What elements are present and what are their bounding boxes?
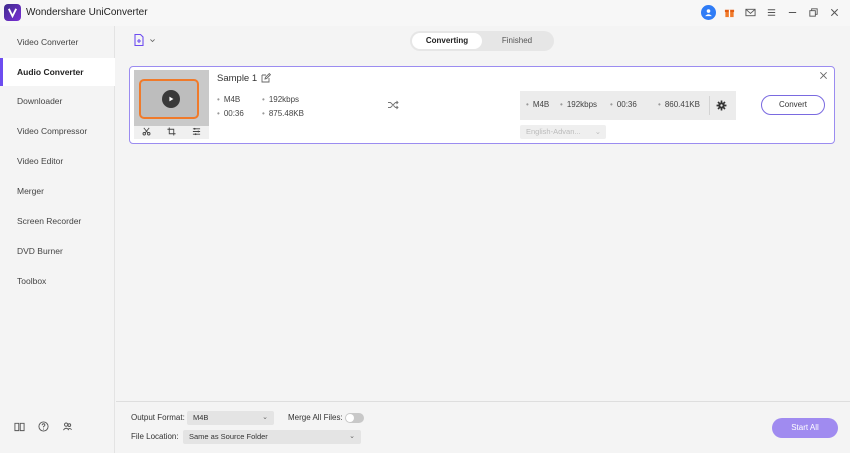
target-size: • 860.41KB — [658, 100, 700, 109]
file-location-select[interactable]: Same as Source Folder ⌄ — [183, 430, 361, 444]
play-button[interactable] — [162, 90, 180, 108]
output-format-label: Output Format: — [131, 413, 185, 422]
bullet-icon: • — [217, 109, 220, 118]
add-files-button[interactable] — [132, 33, 156, 47]
guide-button[interactable] — [13, 420, 26, 433]
sidebar-item-toolbox[interactable]: Toolbox — [0, 267, 115, 295]
output-format-value: M4B — [193, 413, 209, 422]
footer-bar: Output Format: M4B ⌄ Merge All Files: Fi… — [116, 401, 850, 453]
sidebar-item-video-editor[interactable]: Video Editor — [0, 147, 115, 175]
gear-icon[interactable] — [716, 100, 727, 111]
sidebar-item-video-converter[interactable]: Video Converter — [0, 28, 115, 56]
sidebar-item-downloader[interactable]: Downloader — [0, 87, 115, 115]
people-icon — [63, 422, 72, 431]
crop-icon — [167, 127, 176, 136]
sliders-icon — [192, 127, 201, 136]
account-button[interactable] — [698, 4, 718, 21]
tab-finished[interactable]: Finished — [482, 33, 552, 49]
app-logo-icon — [4, 4, 21, 21]
menu-button[interactable] — [761, 4, 781, 21]
mail-button[interactable] — [740, 4, 760, 21]
merge-toggle[interactable] — [345, 413, 364, 423]
source-format: • M4B — [217, 95, 241, 104]
subtitle-select-value: English-Advan... — [526, 127, 581, 136]
sidebar-item-audio-converter[interactable]: Audio Converter — [0, 58, 115, 86]
target-bitrate: • 192kbps — [560, 100, 598, 109]
file-card[interactable]: Sample 1 • M4B • 192kbps • 00:36 • 875.48KB … — [129, 66, 835, 144]
target-format: • M4B — [526, 100, 550, 109]
edit-icon[interactable] — [261, 73, 271, 83]
bullet-icon: • — [658, 100, 661, 109]
title-bar: Wondershare UniConverter — [0, 0, 850, 26]
chevron-down-icon: ⌄ — [594, 127, 601, 136]
source-size: • 875.48KB — [262, 109, 304, 118]
bullet-icon: • — [217, 95, 220, 104]
bullet-icon: • — [526, 100, 529, 109]
help-button[interactable] — [37, 420, 50, 433]
trim-button[interactable] — [142, 127, 151, 138]
preview-frame[interactable] — [139, 79, 199, 119]
sidebar: Video Converter Audio Converter Download… — [0, 26, 115, 453]
close-icon — [830, 8, 838, 17]
chevron-down-icon: ⌄ — [349, 433, 355, 440]
tab-converting[interactable]: Converting — [412, 33, 482, 49]
restore-button[interactable] — [803, 4, 823, 21]
file-name: Sample 1 — [217, 73, 258, 84]
gift-icon — [724, 9, 734, 18]
status-tabs: Converting Finished — [410, 31, 554, 51]
shuffle-icon — [388, 100, 399, 110]
sidebar-item-merger[interactable]: Merger — [0, 177, 115, 205]
user-avatar-icon — [700, 5, 716, 20]
subtitle-select[interactable]: English-Advan... ⌄ — [520, 125, 606, 139]
play-icon — [169, 96, 174, 102]
bullet-icon: • — [610, 100, 613, 109]
thumbnail-toolbar — [134, 126, 209, 139]
bullet-icon: • — [262, 109, 265, 118]
minimize-icon — [788, 11, 796, 14]
file-location-value: Same as Source Folder — [189, 432, 268, 441]
divider — [709, 96, 710, 115]
file-thumbnail — [134, 70, 209, 126]
menu-icon — [767, 9, 775, 16]
sidebar-item-dvd-burner[interactable]: DVD Burner — [0, 237, 115, 265]
merge-label: Merge All Files: — [288, 413, 343, 422]
restore-icon — [808, 8, 818, 17]
chevron-down-icon — [150, 38, 155, 42]
minimize-button[interactable] — [782, 4, 802, 21]
file-location-label: File Location: — [131, 432, 179, 441]
crop-button[interactable] — [167, 127, 176, 138]
app-title: Wondershare UniConverter — [26, 7, 148, 18]
scissors-icon — [142, 127, 151, 136]
sidebar-item-video-compressor[interactable]: Video Compressor — [0, 117, 115, 145]
output-settings[interactable]: • M4B • 192kbps • 00:36 • 860.41KB — [520, 91, 736, 120]
convert-button[interactable]: Convert — [761, 95, 825, 115]
mail-icon — [744, 8, 756, 17]
add-file-icon — [134, 33, 144, 47]
effects-button[interactable] — [192, 127, 201, 138]
source-duration: • 00:36 — [217, 109, 244, 118]
target-duration: • 00:36 — [610, 100, 637, 109]
bullet-icon: • — [262, 95, 265, 104]
gift-button[interactable] — [719, 4, 739, 21]
close-window-button[interactable] — [824, 4, 844, 21]
chevron-down-icon: ⌄ — [262, 414, 268, 421]
community-button[interactable] — [61, 420, 74, 433]
book-icon — [14, 422, 25, 432]
source-bitrate: • 192kbps — [262, 95, 300, 104]
bullet-icon: • — [560, 100, 563, 109]
help-icon — [38, 421, 49, 432]
start-all-button[interactable]: Start All — [772, 418, 838, 438]
output-format-select[interactable]: M4B ⌄ — [187, 411, 274, 425]
remove-file-icon[interactable] — [819, 71, 828, 80]
main-area: Converting Finished Sample 1 • M4B • 192… — [116, 26, 850, 453]
sidebar-item-screen-recorder[interactable]: Screen Recorder — [0, 207, 115, 235]
